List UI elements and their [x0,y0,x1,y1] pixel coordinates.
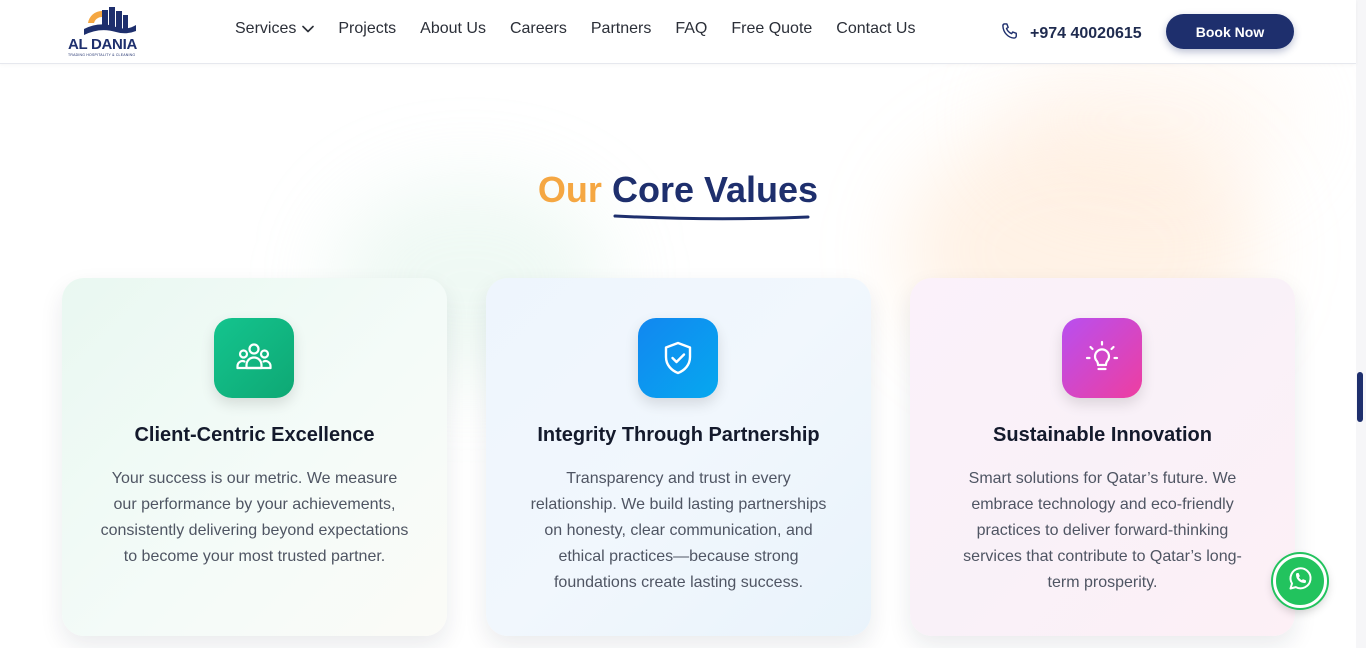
phone-link[interactable]: +974 40020615 [1000,21,1142,46]
card-description: Smart solutions for Qatar’s future. We e… [963,470,1242,591]
shield-check-icon [638,318,718,398]
whatsapp-button[interactable] [1273,554,1327,608]
nav-item-free-quote[interactable]: Free Quote [731,20,812,38]
nav-item-careers[interactable]: Careers [510,20,567,38]
nav-item-services[interactable]: Services [235,20,315,38]
book-now-button[interactable]: Book Now [1166,14,1294,49]
card-description: Transparency and trust in every relation… [530,470,827,591]
heading-underline [613,214,810,221]
value-card: Client-Centric Excellence Your success i… [62,278,447,636]
heading-main: Core Values [611,169,819,210]
nav-item-label: About Us [420,20,486,37]
card-title: Integrity Through Partnership [537,424,820,446]
logo-text: AL DANIA [68,36,137,53]
nav-item-label: Projects [338,20,397,37]
nav-item-label: FAQ [675,20,708,37]
card-description: Your success is our metric. We measure o… [100,470,409,565]
users-icon [214,318,294,398]
nav-item-label: Careers [509,20,567,37]
logo[interactable]: AL DANIA TRADING HOSPITALITY & CLEANING [68,7,138,57]
page-scrollbar[interactable] [1356,0,1366,648]
card-title: Client-Centric Excellence [134,424,375,446]
heading-accent: Our [537,169,602,210]
nav-item-partners[interactable]: Partners [591,20,651,38]
section-heading: Our Core Values [0,168,1356,212]
nav-item-projects[interactable]: Projects [338,20,396,38]
phone-number: +974 40020615 [1030,24,1142,42]
nav-item-label: Partners [590,20,652,37]
value-card: Integrity Through Partnership Transparen… [486,278,871,636]
card-title: Sustainable Innovation [993,424,1212,446]
phone-icon [1000,21,1020,46]
nav-item-label: Free Quote [731,20,813,37]
scrollbar-thumb[interactable] [1357,372,1363,422]
lightbulb-icon [1062,318,1142,398]
nav-item-about-us[interactable]: About Us [420,20,486,38]
value-card: Sustainable Innovation Smart solutions f… [910,278,1295,636]
nav-item-contact-us[interactable]: Contact Us [836,20,915,38]
logo-mark-icon [84,7,136,35]
nav-item-faq[interactable]: FAQ [675,20,707,38]
logo-tagline: TRADING HOSPITALITY & CLEANING [68,53,136,57]
nav-item-label: Contact Us [836,20,916,37]
main-nav: Services Projects About Us Careers Partn… [235,20,939,38]
chevron-down-icon [302,20,315,38]
site-header: AL DANIA TRADING HOSPITALITY & CLEANING … [0,0,1356,64]
nav-item-label: Services [235,20,297,37]
whatsapp-icon [1286,565,1314,598]
